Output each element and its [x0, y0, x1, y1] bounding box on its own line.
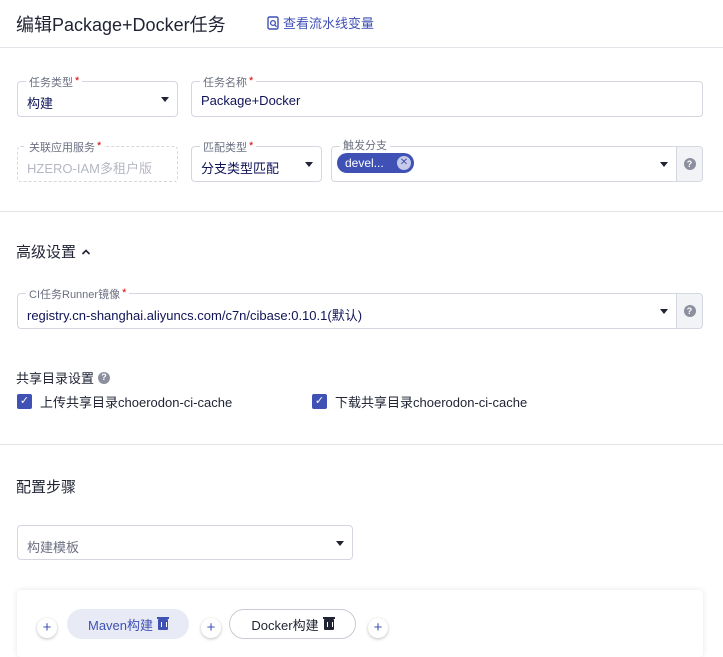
- required-mark: *: [122, 287, 127, 299]
- task-name-label: 任务名称 *: [200, 74, 257, 90]
- trigger-branch-select[interactable]: 触发分支 devel... ✕: [331, 139, 677, 182]
- trigger-branch-help[interactable]: ?: [677, 146, 703, 182]
- check-icon[interactable]: ✓: [17, 394, 32, 409]
- step-label: Maven构建: [87, 617, 154, 633]
- page-title: 编辑Package+Docker任务: [16, 15, 226, 35]
- match-type-label: 匹配类型 *: [200, 139, 257, 155]
- required-mark: *: [249, 75, 254, 87]
- app-service-value: HZERO-IAM多租户版: [27, 161, 152, 176]
- close-icon[interactable]: ✕: [397, 156, 411, 170]
- caret-down-icon: [660, 162, 668, 167]
- task-type-label: 任务类型 *: [26, 74, 83, 90]
- upload-shared-dir-checkbox[interactable]: ✓ 上传共享目录choerodon-ci-cache: [17, 392, 232, 411]
- runner-image-help[interactable]: ?: [677, 293, 703, 329]
- add-step-button[interactable]: +: [201, 618, 221, 638]
- advanced-settings-title: 高级设置: [16, 244, 77, 261]
- help-icon: ?: [683, 305, 696, 317]
- app-service-label: 关联应用服务 *: [26, 139, 105, 155]
- caret-down-icon: [305, 162, 313, 167]
- trigger-branch-label: 触发分支: [340, 139, 390, 153]
- task-type-value: 构建: [27, 96, 54, 111]
- add-step-button[interactable]: +: [368, 618, 388, 638]
- header: 编辑Package+Docker任务 查看流水线变量: [0, 0, 723, 48]
- steps-canvas: + Maven构建 + Docker构建 +: [17, 590, 703, 657]
- trash-icon[interactable]: [157, 616, 170, 630]
- required-mark: *: [97, 140, 102, 152]
- add-step-button[interactable]: +: [37, 618, 57, 638]
- match-type-select[interactable]: 匹配类型 * 分支类型匹配: [191, 139, 322, 182]
- divider: [0, 444, 723, 445]
- help-icon: ?: [683, 158, 696, 170]
- build-template-placeholder: 构建模板: [27, 540, 80, 555]
- help-icon[interactable]: ?: [98, 371, 111, 384]
- advanced-settings-toggle[interactable]: 高级设置: [16, 241, 91, 262]
- build-template-select[interactable]: 构建模板: [17, 525, 353, 560]
- chevron-up-icon: [81, 248, 91, 255]
- trash-icon[interactable]: [322, 616, 335, 630]
- view-pipeline-variables-label: 查看流水线变量: [283, 16, 375, 31]
- branch-tag-label: devel...: [345, 156, 384, 170]
- step-docker-build[interactable]: Docker构建: [229, 609, 356, 639]
- shared-directory-title: 共享目录设置: [16, 371, 95, 386]
- document-search-icon: [267, 15, 279, 30]
- runner-image-select[interactable]: CI任务Runner镜像 * registry.cn-shanghai.aliyu…: [17, 286, 677, 329]
- app-service-field: 关联应用服务 * HZERO-IAM多租户版: [17, 139, 178, 182]
- upload-shared-dir-label: 上传共享目录choerodon-ci-cache: [40, 395, 233, 410]
- task-name-input[interactable]: 任务名称 * Package+Docker: [191, 74, 703, 117]
- caret-down-icon: [161, 97, 169, 102]
- runner-image-value: registry.cn-shanghai.aliyuncs.com/c7n/ci…: [27, 308, 363, 323]
- step-maven-build[interactable]: Maven构建: [67, 609, 189, 639]
- download-shared-dir-checkbox[interactable]: ✓ 下载共享目录choerodon-ci-cache: [312, 392, 527, 411]
- task-name-value: Package+Docker: [201, 93, 301, 108]
- check-icon[interactable]: ✓: [312, 394, 327, 409]
- step-label: Docker构建: [251, 617, 319, 633]
- shared-directory-heading: 共享目录设置 ?: [16, 368, 111, 387]
- caret-down-icon: [660, 309, 668, 314]
- runner-image-label: CI任务Runner镜像 *: [26, 286, 130, 302]
- required-mark: *: [75, 75, 80, 87]
- divider: [0, 211, 723, 212]
- task-type-select[interactable]: 任务类型 * 构建: [17, 74, 178, 117]
- match-type-value: 分支类型匹配: [201, 161, 280, 176]
- branch-tag[interactable]: devel... ✕: [337, 153, 414, 173]
- view-pipeline-variables-link[interactable]: 查看流水线变量: [267, 13, 374, 32]
- config-steps-title: 配置步骤: [16, 479, 77, 496]
- required-mark: *: [249, 140, 254, 152]
- download-shared-dir-label: 下载共享目录choerodon-ci-cache: [335, 395, 528, 410]
- caret-down-icon: [336, 541, 344, 546]
